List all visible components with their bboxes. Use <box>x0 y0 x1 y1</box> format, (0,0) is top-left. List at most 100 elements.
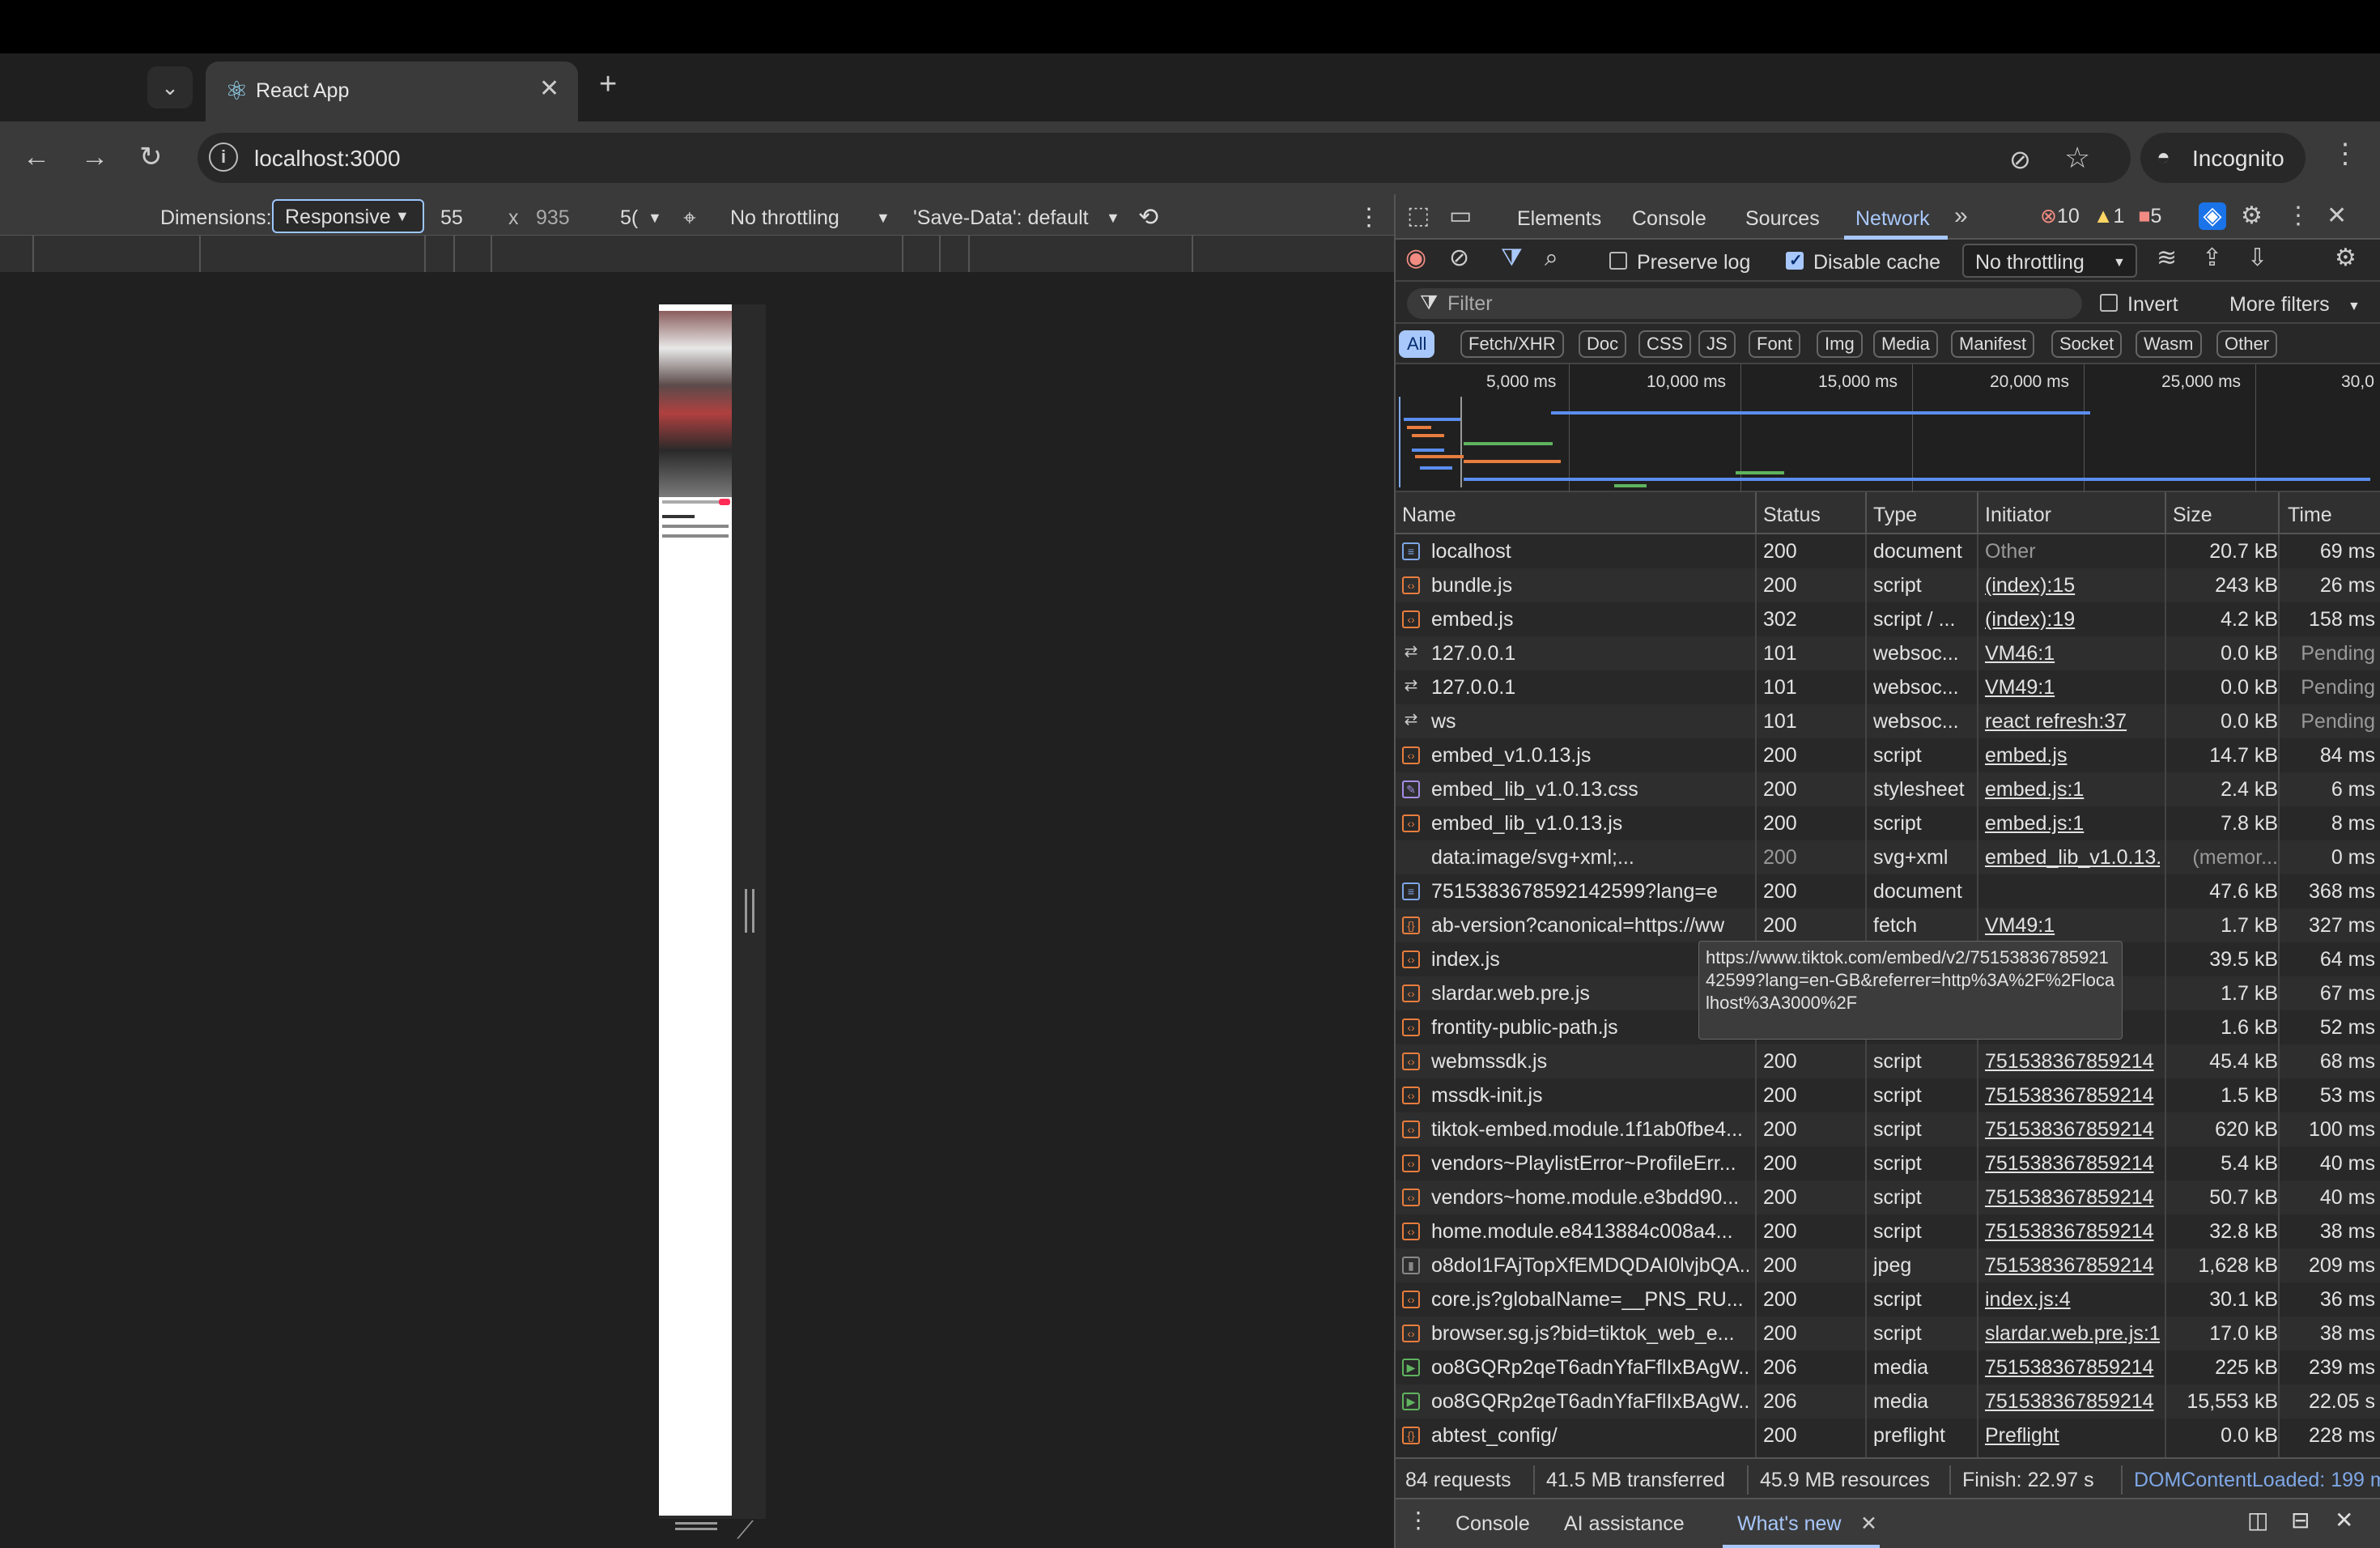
back-icon[interactable]: ← <box>23 141 50 173</box>
column-divider[interactable] <box>1755 492 1757 534</box>
bookmark-star-icon[interactable]: ☆ <box>2064 141 2090 175</box>
invert-checkbox[interactable] <box>2100 294 2118 312</box>
column-divider[interactable] <box>1977 492 1978 534</box>
search-icon[interactable]: ⌕ <box>1545 245 1558 272</box>
column-header-type[interactable]: Type <box>1873 504 1917 526</box>
settings-icon[interactable]: ⚙ <box>2335 245 2357 272</box>
address-bar[interactable]: i localhost:3000 ⊘ ☆ <box>198 133 2131 183</box>
request-initiator[interactable]: 751538367859214 <box>1985 1118 2160 1141</box>
resize-handle-right[interactable] <box>745 889 754 933</box>
filter-chip-doc[interactable]: Doc <box>1579 330 1627 358</box>
screenshot-icon[interactable]: ⌖ <box>683 206 696 230</box>
table-row[interactable]: ▮ o8doI1FAjTopXfEMDQDAI0lvjbQA... 200 jpeg 7… <box>1396 1248 2380 1282</box>
drawer-tab-ai-assistance[interactable]: AI assistance <box>1564 1512 1685 1535</box>
url-text[interactable]: localhost:3000 <box>254 146 401 172</box>
browser-tab[interactable]: ⚛ React App ✕ <box>206 62 578 121</box>
table-row[interactable]: ▶ oo8GQRp2qeT6adnYfaFflIxBAgW... 206 media 7… <box>1396 1350 2380 1384</box>
drawer-tab-console[interactable]: Console <box>1456 1512 1530 1535</box>
new-tab-button[interactable]: + <box>599 68 617 100</box>
more-tabs-icon[interactable]: » <box>1954 202 1968 230</box>
record-icon[interactable]: ◉ <box>1405 245 1426 272</box>
column-divider[interactable] <box>2278 492 2280 534</box>
resize-handle-bottom[interactable] <box>675 1522 717 1530</box>
request-initiator[interactable]: 751538367859214 <box>1985 1220 2160 1243</box>
request-initiator[interactable]: 751538367859214 <box>1985 1084 2160 1107</box>
page-preview[interactable] <box>659 304 732 1516</box>
table-row[interactable]: {} abtest_config/200 preflight Preflight 0.0… <box>1396 1418 2380 1452</box>
column-header-name[interactable]: Name <box>1402 504 1456 526</box>
filter-chip-fetch-xhr[interactable]: Fetch/XHR <box>1460 330 1564 358</box>
filter-chip-font[interactable]: Font <box>1749 330 1801 358</box>
table-row[interactable]: ≡ localhost 200 document Other 20.7 kB 69 ms <box>1396 534 2380 568</box>
tab-search-button[interactable]: ⌄ <box>147 66 193 108</box>
filter-chip-other[interactable]: Other <box>2216 330 2278 358</box>
ai-assist-icon[interactable]: ◈ <box>2199 202 2226 230</box>
column-divider[interactable] <box>1865 492 1867 534</box>
filter-chip-all[interactable]: All <box>1399 330 1435 358</box>
table-row[interactable]: ‹› home.module.e8413884c008a4... 200 script… <box>1396 1214 2380 1248</box>
request-initiator[interactable]: 751538367859214 <box>1985 1186 2160 1209</box>
more-filters-button[interactable]: More filters <box>2229 293 2330 316</box>
dock-bottom-icon[interactable]: ⊟ <box>2291 1509 2310 1532</box>
request-initiator[interactable]: slardar.web.pre.js:1 <box>1985 1322 2160 1345</box>
filter-chip-socket[interactable]: Socket <box>2051 330 2123 358</box>
request-initiator[interactable]: VM49:1 <box>1985 914 2160 937</box>
request-initiator[interactable]: (index):15 <box>1985 574 2160 597</box>
tab-sources[interactable]: Sources <box>1745 206 1820 231</box>
request-initiator[interactable]: react refresh:37 <box>1985 710 2160 733</box>
dock-side-icon[interactable]: ◫ <box>2247 1509 2268 1532</box>
eye-slash-icon[interactable]: ⊘ <box>2009 144 2031 175</box>
network-overview-timeline[interactable]: 5,000 ms 10,000 ms 15,000 ms 20,000 ms 2… <box>1396 364 2380 492</box>
table-row[interactable]: ≡ 7515383678592142599?lang=e 200 document 47… <box>1396 874 2380 908</box>
filter-chip-js[interactable]: JS <box>1698 330 1736 358</box>
disable-cache-checkbox[interactable]: ✓ <box>1786 252 1804 270</box>
network-throttling-select[interactable]: No throttling ▼ <box>1962 244 2137 278</box>
column-header-time[interactable]: Time <box>2288 504 2332 526</box>
table-row[interactable]: ‹› tiktok-embed.module.1f1ab0fbe4... 200 sc… <box>1396 1112 2380 1146</box>
column-header-status[interactable]: Status <box>1763 504 1821 526</box>
preserve-log-checkbox[interactable] <box>1609 252 1627 270</box>
close-icon[interactable]: ✕ <box>1860 1512 1877 1535</box>
table-row[interactable]: ‹› embed.js 302 script / ... (index):19 4.2 k… <box>1396 602 2380 636</box>
request-initiator[interactable]: embed.js:1 <box>1985 778 2160 801</box>
column-header-size[interactable]: Size <box>2173 504 2212 526</box>
request-initiator[interactable]: 751538367859214 <box>1985 1254 2160 1277</box>
zoom-select[interactable]: 5( <box>620 206 638 230</box>
table-row[interactable]: ‹› core.js?globalName=__PNS_RU... 200 scrip… <box>1396 1282 2380 1316</box>
video-thumbnail[interactable] <box>659 311 732 497</box>
more-vert-icon[interactable]: ⋮ <box>2286 202 2310 230</box>
filter-input[interactable]: ⧩ Filter <box>1407 288 2082 319</box>
issues-counter[interactable]: ⊗10 ▲1 ■5 <box>2040 204 2161 228</box>
incognito-button[interactable]: ◓ Incognito <box>2140 133 2306 183</box>
network-conditions-icon[interactable]: ≋ <box>2157 245 2177 272</box>
clear-icon[interactable]: ⊘ <box>1449 245 1469 272</box>
column-divider[interactable] <box>2165 492 2166 534</box>
save-data-select[interactable]: 'Save-Data': default <box>913 206 1089 230</box>
tab-console[interactable]: Console <box>1632 206 1706 231</box>
request-initiator[interactable]: Other <box>1985 540 2160 563</box>
filter-chip-wasm[interactable]: Wasm <box>2136 330 2202 358</box>
width-input[interactable]: 55 <box>440 206 463 230</box>
table-row[interactable]: ‹› vendors~home.module.e3bdd90... 200 scrip… <box>1396 1180 2380 1214</box>
request-initiator[interactable]: VM49:1 <box>1985 676 2160 699</box>
settings-icon[interactable]: ⚙ <box>2241 202 2263 230</box>
more-vert-icon[interactable]: ⋮ <box>1357 206 1381 230</box>
table-row[interactable]: ⇄ 127.0.0.1 101 websoc... VM49:1 0.0 kB Pendin… <box>1396 670 2380 704</box>
tab-network[interactable]: Network <box>1855 206 1930 231</box>
table-row[interactable]: ‹› vendors~PlaylistError~ProfileErr... 200… <box>1396 1146 2380 1180</box>
request-initiator[interactable]: 751538367859214 <box>1985 1356 2160 1379</box>
more-vert-icon[interactable]: ⋮ <box>2331 138 2359 170</box>
media-query-bar[interactable] <box>0 235 1394 273</box>
filter-chip-css[interactable]: CSS <box>1638 330 1692 358</box>
filter-chip-media[interactable]: Media <box>1873 330 1938 358</box>
rotate-icon[interactable]: ⟲ <box>1138 206 1158 230</box>
table-row[interactable]: ⇄ ws 101 websoc... react refresh:37 0.0 kB Pen… <box>1396 704 2380 738</box>
close-icon[interactable]: ✕ <box>2327 202 2347 230</box>
table-row[interactable]: ‹› bundle.js 200 script (index):15 243 kB 26 m… <box>1396 568 2380 602</box>
request-initiator[interactable]: embed_lib_v1.0.13. <box>1985 846 2160 869</box>
request-initiator[interactable]: embed.js:1 <box>1985 812 2160 835</box>
table-row[interactable]: data:image/svg+xml;... 200 svg+xml embed_li… <box>1396 840 2380 874</box>
table-row[interactable]: {} ab-version?canonical=https://ww 200 fetc… <box>1396 908 2380 942</box>
request-initiator[interactable]: 751538367859214 <box>1985 1390 2160 1413</box>
close-icon[interactable]: ✕ <box>539 74 559 103</box>
